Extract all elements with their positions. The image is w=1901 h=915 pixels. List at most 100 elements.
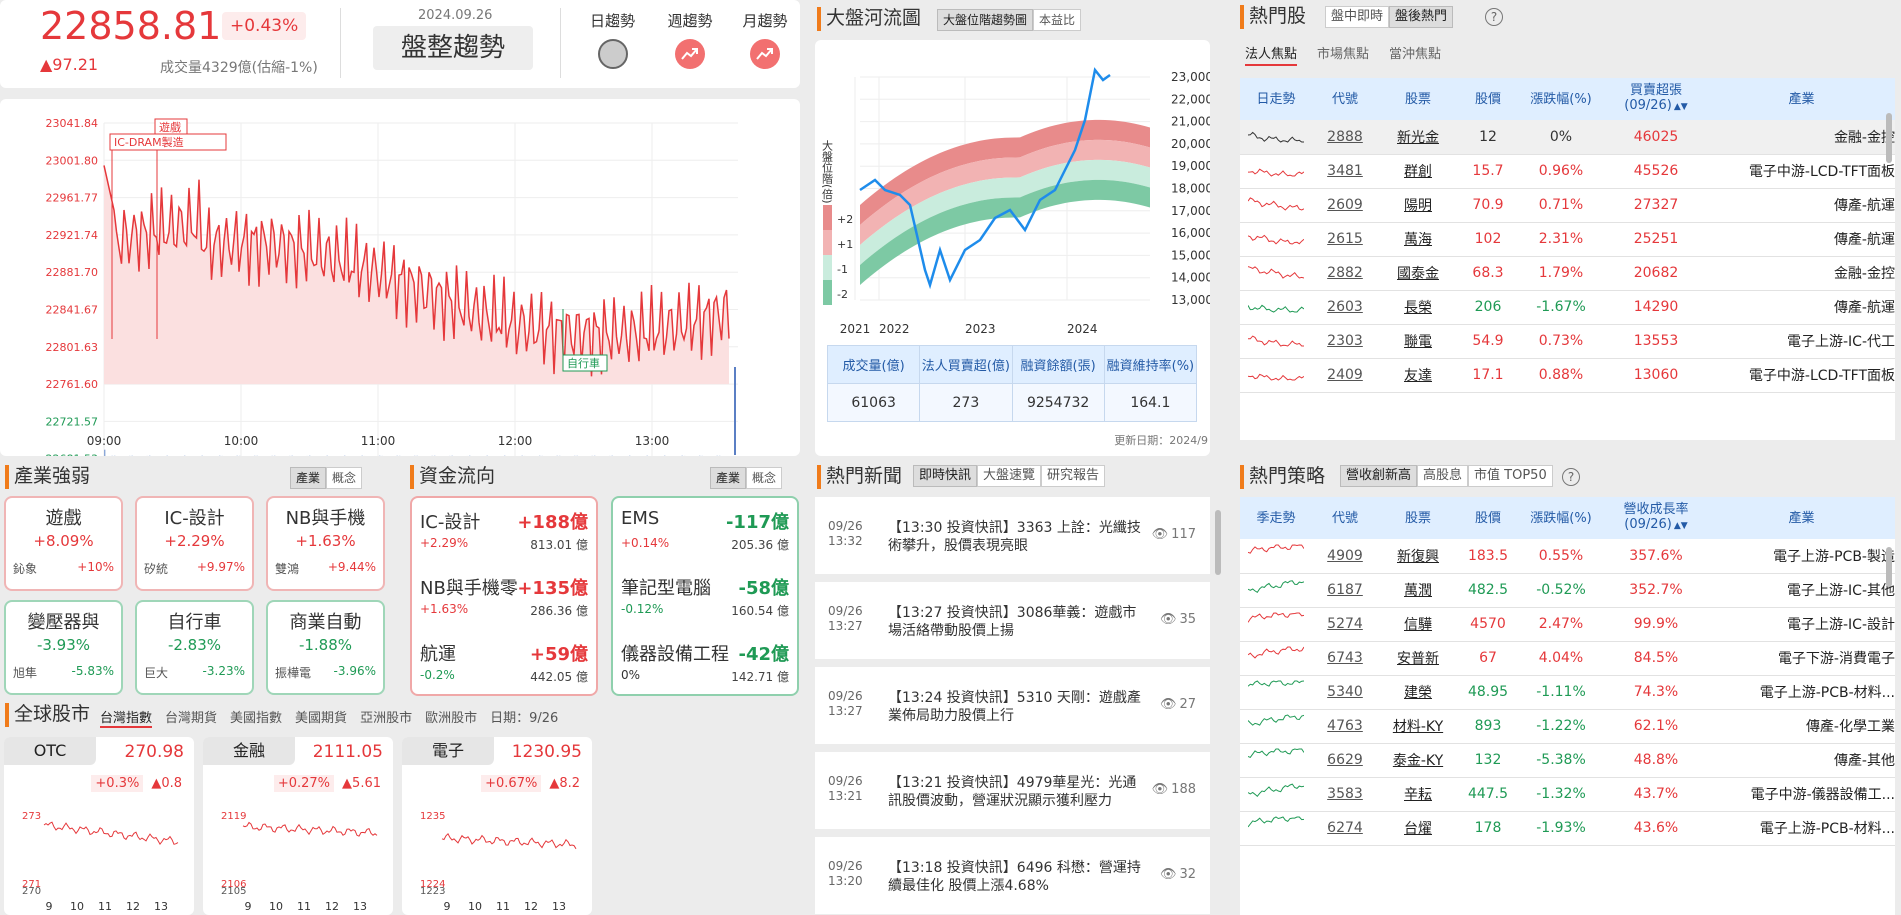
daily-trend[interactable]: 日趨勢: [585, 10, 640, 69]
stock-name[interactable]: 群創: [1378, 154, 1458, 189]
stock-code[interactable]: 2609: [1312, 188, 1378, 223]
table-row[interactable]: 4909 新復興 183.5 0.55% 357.6% 電子上游-PCB-製造: [1240, 539, 1895, 574]
news-headline[interactable]: 【13:24 投資快訊】5310 天剛：遊戲產業佈局助力股價上行: [888, 689, 1148, 725]
column-header[interactable]: 股價: [1458, 78, 1518, 120]
table-row[interactable]: 2303 聯電 54.9 0.73% 13553 電子上游-IC-代工: [1240, 324, 1895, 359]
index-box[interactable]: OTC 270.98 +0.3% ▲0.8 273 271 270 9 10 11 12 13: [4, 737, 194, 915]
news-headline[interactable]: 【13:27 投資快訊】3086華義：遊戲市場活絡帶動股價上揚: [888, 604, 1148, 640]
scrollbar[interactable]: [1886, 113, 1892, 163]
stock-code[interactable]: 6187: [1312, 573, 1378, 608]
industry-card[interactable]: 自行車 -2.83% 巨大 -3.23%: [135, 600, 254, 695]
column-header[interactable]: 產業: [1708, 497, 1895, 539]
stock-code[interactable]: 6629: [1312, 743, 1378, 778]
column-header[interactable]: 買賣超張 (09/26) ▲▼: [1604, 78, 1708, 120]
stock-name[interactable]: 陽明: [1378, 188, 1458, 223]
table-row[interactable]: 3583 辛耘 447.5 -1.32% 43.7% 電子中游-儀器設備工...: [1240, 777, 1895, 812]
monthly-trend[interactable]: 月趨勢: [735, 10, 795, 69]
tab-tw-index[interactable]: 台灣指數: [100, 707, 153, 728]
scrollbar[interactable]: [1886, 547, 1892, 587]
flow-item[interactable]: EMS -117億 +0.14% 205.36 億: [621, 508, 789, 568]
table-row[interactable]: 6274 台燿 178 -1.93% 43.6% 電子上游-PCB-材料...: [1240, 811, 1895, 846]
tab-after-hours[interactable]: 盤後熱門: [1389, 6, 1454, 28]
stock-code[interactable]: 4909: [1312, 539, 1378, 574]
stock-name[interactable]: 友達: [1378, 358, 1458, 393]
stock-name[interactable]: 安普新: [1378, 641, 1458, 676]
help-icon[interactable]: ?: [1562, 468, 1580, 486]
stock-name[interactable]: 萬潤: [1378, 573, 1458, 608]
table-row[interactable]: 4763 材料-KY 893 -1.22% 62.1% 傳產-化學工業: [1240, 709, 1895, 744]
scrollbar[interactable]: [1215, 510, 1221, 575]
tab-europe[interactable]: 歐洲股市: [425, 707, 477, 728]
table-row[interactable]: 2603 長榮 206 -1.67% 14290 傳產-航運: [1240, 290, 1895, 325]
stock-code[interactable]: 3481: [1312, 154, 1378, 189]
industry-card[interactable]: IC-設計 +2.29% 矽統 +9.97%: [135, 496, 254, 591]
stock-name[interactable]: 聯電: [1378, 324, 1458, 359]
column-header[interactable]: 營收成長率 (09/26) ▲▼: [1604, 497, 1708, 539]
tab-top50[interactable]: 市值 TOP50: [1468, 465, 1553, 487]
stock-code[interactable]: 6274: [1312, 811, 1378, 846]
subtab-institutional[interactable]: 法人焦點: [1245, 43, 1298, 66]
intraday-chart[interactable]: 23041.84 23001.80 22961.77 22921.74 22881.70…: [0, 99, 800, 456]
table-row[interactable]: 6629 泰金-KY 132 -5.38% 48.8% 傳產-其他: [1240, 743, 1895, 778]
tab-us-index[interactable]: 美國指數: [230, 707, 282, 728]
flow-item[interactable]: 筆記型電腦 -58億 -0.12% 160.54 億: [621, 574, 789, 634]
stock-code[interactable]: 2603: [1312, 290, 1378, 325]
table-row[interactable]: 6187 萬潤 482.5 -0.52% 352.7% 電子上游-IC-其他: [1240, 573, 1895, 608]
table-row[interactable]: 3481 群創 15.7 0.96% 45526 電子中游-LCD-TFT面板: [1240, 154, 1895, 189]
stock-code[interactable]: 6743: [1312, 641, 1378, 676]
news-item[interactable]: 09/26 13:32 【13:30 投資快訊】3363 上詮：光纖技術攀升，股價表…: [815, 497, 1210, 574]
sort-icon[interactable]: ▲▼: [1674, 521, 1688, 531]
news-headline[interactable]: 【13:18 投資快訊】6496 科懋：營運持續最佳化 股價上漲4.68%: [888, 859, 1148, 895]
help-icon[interactable]: ?: [1485, 8, 1503, 26]
flow-item[interactable]: NB與手機零 +135億 +1.63% 286.36 億: [420, 574, 588, 634]
news-item[interactable]: 09/26 13:21 【13:21 投資快訊】4979華星光：光通訊股價波動，營運…: [815, 752, 1210, 829]
tab-research[interactable]: 研究報告: [1041, 465, 1106, 487]
stock-name[interactable]: 新復興: [1378, 539, 1458, 574]
industry-card[interactable]: 遊戲 +8.09% 鈊象 +10%: [4, 496, 123, 591]
flow-item[interactable]: IC-設計 +188億 +2.29% 813.01 億: [420, 508, 588, 568]
table-row[interactable]: 2882 國泰金 68.3 1.79% 20682 金融-金控: [1240, 256, 1895, 291]
tab-concept[interactable]: 概念: [326, 467, 363, 489]
flow-item[interactable]: 航運 +59億 -0.2% 442.05 億: [420, 640, 588, 700]
column-header[interactable]: 漲跌幅(%): [1518, 78, 1604, 120]
tab-us-futures[interactable]: 美國期貨: [295, 707, 347, 728]
column-header[interactable]: 漲跌幅(%): [1518, 497, 1604, 539]
stock-code[interactable]: 2409: [1312, 358, 1378, 393]
table-row[interactable]: 5340 建榮 48.95 -1.11% 74.3% 電子上游-PCB-材料...: [1240, 675, 1895, 710]
tab-overview[interactable]: 大盤速覽: [977, 465, 1042, 487]
tab-flow-concept[interactable]: 概念: [746, 467, 783, 489]
stock-code[interactable]: 5340: [1312, 675, 1378, 710]
column-header[interactable]: 產業: [1708, 78, 1895, 120]
flow-item[interactable]: 儀器設備工程 -42億 0% 142.71 億: [621, 640, 789, 700]
sort-icon[interactable]: ▲▼: [1674, 102, 1688, 112]
table-row[interactable]: 2888 新光金 12 0% 46025 金融-金控: [1240, 120, 1895, 155]
tab-river-trend[interactable]: 大盤位階趨勢圖: [937, 9, 1034, 31]
news-headline[interactable]: 【13:21 投資快訊】4979華星光：光通訊股價波動，營運狀況顯示獲利壓力: [888, 774, 1148, 810]
stock-code[interactable]: 2615: [1312, 222, 1378, 257]
stock-name[interactable]: 國泰金: [1378, 256, 1458, 291]
stock-name[interactable]: 新光金: [1378, 120, 1458, 155]
tab-intraday[interactable]: 盤中即時: [1325, 6, 1390, 28]
news-headline[interactable]: 【13:30 投資快訊】3363 上詮：光纖技術攀升，股價表現亮眼: [888, 519, 1148, 555]
subtab-market[interactable]: 市場焦點: [1317, 43, 1369, 66]
index-box[interactable]: 電子 1230.95 +0.67% ▲8.2 1235 1224 1223 9 10 11 12 13: [402, 737, 592, 915]
news-item[interactable]: 09/26 13:27 【13:27 投資快訊】3086華義：遊戲市場活絡帶動股價上…: [815, 582, 1210, 659]
stock-name[interactable]: 材料-KY: [1378, 709, 1458, 744]
industry-card[interactable]: 商業自動 -1.88% 振樺電 -3.96%: [266, 600, 385, 695]
stock-name[interactable]: 長榮: [1378, 290, 1458, 325]
stock-code[interactable]: 4763: [1312, 709, 1378, 744]
table-row[interactable]: 2609 陽明 70.9 0.71% 27327 傳產-航運: [1240, 188, 1895, 223]
stock-name[interactable]: 信驊: [1378, 607, 1458, 642]
stock-name[interactable]: 建榮: [1378, 675, 1458, 710]
weekly-trend[interactable]: 週趨勢: [660, 10, 720, 69]
stock-code[interactable]: 2882: [1312, 256, 1378, 291]
subtab-daytrade[interactable]: 當沖焦點: [1389, 43, 1441, 66]
index-box[interactable]: 金融 2111.05 +0.27% ▲5.61 2119 2106 2105 9 10 11 12 1…: [203, 737, 393, 915]
stock-name[interactable]: 泰金-KY: [1378, 743, 1458, 778]
stock-name[interactable]: 辛耘: [1378, 777, 1458, 812]
table-row[interactable]: 6743 安普新 67 4.04% 84.5% 電子下游-消費電子: [1240, 641, 1895, 676]
news-item[interactable]: 09/26 13:20 【13:18 投資快訊】6496 科懋：營運持續最佳化 股價…: [815, 837, 1210, 914]
stock-name[interactable]: 萬海: [1378, 222, 1458, 257]
table-row[interactable]: 2615 萬海 102 2.31% 25251 傳產-航運: [1240, 222, 1895, 257]
tab-asia[interactable]: 亞洲股市: [360, 707, 412, 728]
